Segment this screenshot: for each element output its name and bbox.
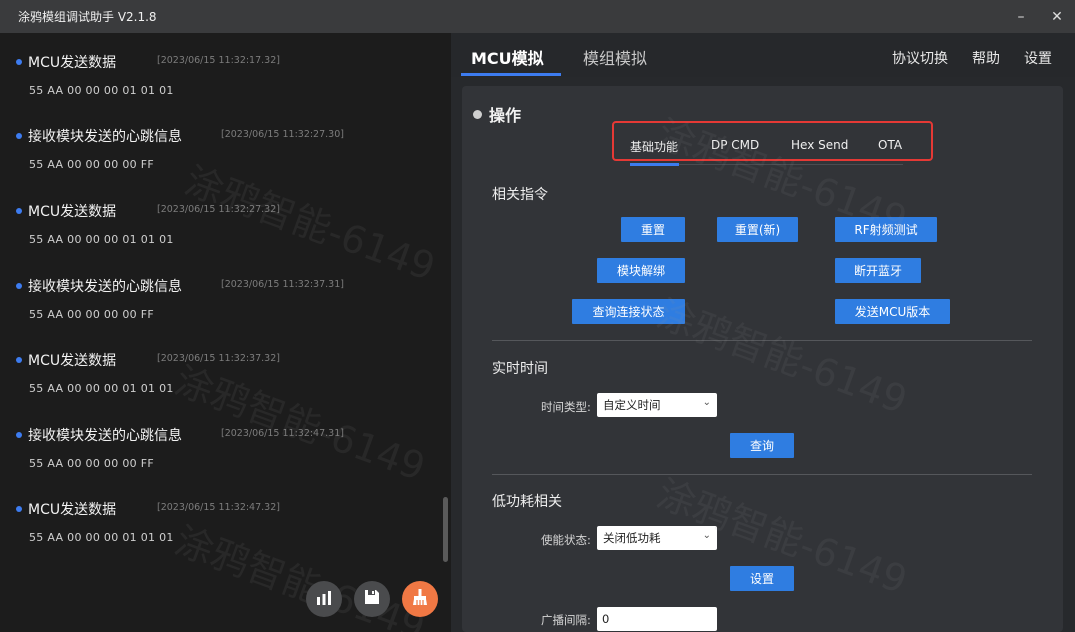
watermark: 涂鸦智能-6149 xyxy=(179,158,441,290)
log-entry-data: 55 AA 00 00 00 01 01 01 xyxy=(29,382,174,395)
log-entry-title: MCU发送数据 xyxy=(28,55,117,71)
log-entry-data: 55 AA 00 00 00 00 FF xyxy=(29,457,154,470)
reset-new-button[interactable]: 重置(新) xyxy=(717,217,798,242)
watermark: 涂鸦智能-6149 xyxy=(169,518,431,632)
statistics-button[interactable] xyxy=(306,581,342,617)
protocol-switch-menu[interactable]: 协议切换 xyxy=(892,48,948,68)
log-entry-title: MCU发送数据 xyxy=(28,353,117,369)
log-entry-data: 55 AA 00 00 00 00 FF xyxy=(29,308,154,321)
chevron-down-icon: ⌄ xyxy=(702,397,711,408)
disconnect-bluetooth-button[interactable]: 断开蓝牙 xyxy=(835,258,921,283)
log-entry-title: 接收模块发送的心跳信息 xyxy=(28,428,182,444)
section-divider xyxy=(492,474,1032,475)
log-entry-time: [2023/06/15 11:32:47.31] xyxy=(221,428,344,439)
log-entry-data: 55 AA 00 00 00 01 01 01 xyxy=(29,84,174,97)
bullet-icon xyxy=(16,357,22,363)
log-entry-time: [2023/06/15 11:32:37.32] xyxy=(157,353,280,364)
reset-button[interactable]: 重置 xyxy=(621,217,685,242)
low-power-state-value: 关闭低功耗 xyxy=(603,531,661,545)
time-type-value: 自定义时间 xyxy=(603,398,661,412)
subtab-hex-send[interactable]: Hex Send xyxy=(791,138,848,152)
bullet-icon xyxy=(16,208,22,214)
watermark: 涂鸦智能-6149 xyxy=(169,358,431,490)
section-dot-icon xyxy=(473,109,482,119)
log-entry-title: 接收模块发送的心跳信息 xyxy=(28,129,182,145)
log-entry-time: [2023/06/15 11:32:17.32] xyxy=(157,55,280,66)
window-title: 涂鸦模组调试助手 V2.1.8 xyxy=(18,10,157,24)
tab-module-simulation[interactable]: 模组模拟 xyxy=(583,45,647,69)
clean-brush-icon xyxy=(411,588,429,610)
subtab-dp-cmd[interactable]: DP CMD xyxy=(711,138,759,152)
log-entry-time: [2023/06/15 11:32:47.32] xyxy=(157,502,280,513)
help-menu[interactable]: 帮助 xyxy=(972,48,1000,68)
title-bar: 涂鸦模组调试助手 V2.1.8 – ✕ xyxy=(0,0,1075,33)
module-unbind-button[interactable]: 模块解绑 xyxy=(597,258,685,283)
log-entry-title: MCU发送数据 xyxy=(28,204,117,220)
log-entry-data: 55 AA 00 00 00 01 01 01 xyxy=(29,233,174,246)
time-type-label: 时间类型: xyxy=(541,400,591,414)
minimize-button[interactable]: – xyxy=(1003,0,1039,33)
query-time-button[interactable]: 查询 xyxy=(730,433,794,458)
active-subtab-indicator xyxy=(630,163,679,166)
settings-menu[interactable]: 设置 xyxy=(1024,48,1052,68)
low-power-section-title: 低功耗相关 xyxy=(492,494,562,510)
operation-card: 操作 基础功能 DP CMD Hex Send OTA 相关指令 重置 重置(新… xyxy=(462,86,1063,632)
bullet-icon xyxy=(16,432,22,438)
chevron-down-icon: ⌄ xyxy=(702,530,711,541)
send-mcu-version-button[interactable]: 发送MCU版本 xyxy=(835,299,950,324)
bullet-icon xyxy=(16,133,22,139)
realtime-section-title: 实时时间 xyxy=(492,361,548,377)
bullet-icon xyxy=(16,59,22,65)
active-tab-indicator xyxy=(461,73,561,76)
set-low-power-button[interactable]: 设置 xyxy=(730,566,794,591)
tab-bar: MCU模拟 模组模拟 协议切换 帮助 设置 xyxy=(451,33,1075,77)
save-button[interactable] xyxy=(354,581,390,617)
log-entry-title: 接收模块发送的心跳信息 xyxy=(28,279,182,295)
close-icon: ✕ xyxy=(1051,8,1063,25)
operation-title: 操作 xyxy=(489,106,522,125)
main-panel: MCU模拟 模组模拟 协议切换 帮助 设置 操作 基础功能 DP CMD Hex… xyxy=(451,33,1075,632)
query-connection-button[interactable]: 查询连接状态 xyxy=(572,299,685,324)
rf-test-button[interactable]: RF射频测试 xyxy=(835,217,937,242)
minimize-icon: – xyxy=(1017,8,1025,25)
time-type-select[interactable]: 自定义时间 ⌄ xyxy=(597,393,717,417)
commands-section-title: 相关指令 xyxy=(492,187,548,203)
broadcast-interval-label: 广播间隔: xyxy=(541,613,591,627)
low-power-state-select[interactable]: 关闭低功耗 ⌄ xyxy=(597,526,717,550)
subtab-basic-functions[interactable]: 基础功能 xyxy=(630,138,678,155)
log-entry-data: 55 AA 00 00 00 01 01 01 xyxy=(29,531,174,544)
close-button[interactable]: ✕ xyxy=(1039,0,1075,33)
tab-mcu-simulation[interactable]: MCU模拟 xyxy=(471,45,544,69)
bullet-icon xyxy=(16,283,22,289)
log-scrollbar[interactable] xyxy=(443,497,448,562)
log-entry-data: 55 AA 00 00 00 00 FF xyxy=(29,158,154,171)
subtab-ota[interactable]: OTA xyxy=(878,138,902,152)
log-entry-time: [2023/06/15 11:32:27.32] xyxy=(157,204,280,215)
log-entry-time: [2023/06/15 11:32:37.31] xyxy=(221,279,344,290)
operation-heading: 操作 xyxy=(473,102,521,126)
chart-icon xyxy=(316,590,332,609)
section-divider xyxy=(492,340,1032,341)
log-entry-title: MCU发送数据 xyxy=(28,502,117,518)
log-entry-time: [2023/06/15 11:32:27.30] xyxy=(221,129,344,140)
broadcast-interval-value: 0 xyxy=(602,612,610,626)
enable-state-label: 使能状态: xyxy=(541,533,591,547)
clear-log-button[interactable] xyxy=(402,581,438,617)
bullet-icon xyxy=(16,506,22,512)
log-panel[interactable]: MCU发送数据 [2023/06/15 11:32:17.32] 55 AA 0… xyxy=(0,33,451,632)
broadcast-interval-input[interactable]: 0 xyxy=(597,607,717,631)
save-icon xyxy=(364,589,380,609)
